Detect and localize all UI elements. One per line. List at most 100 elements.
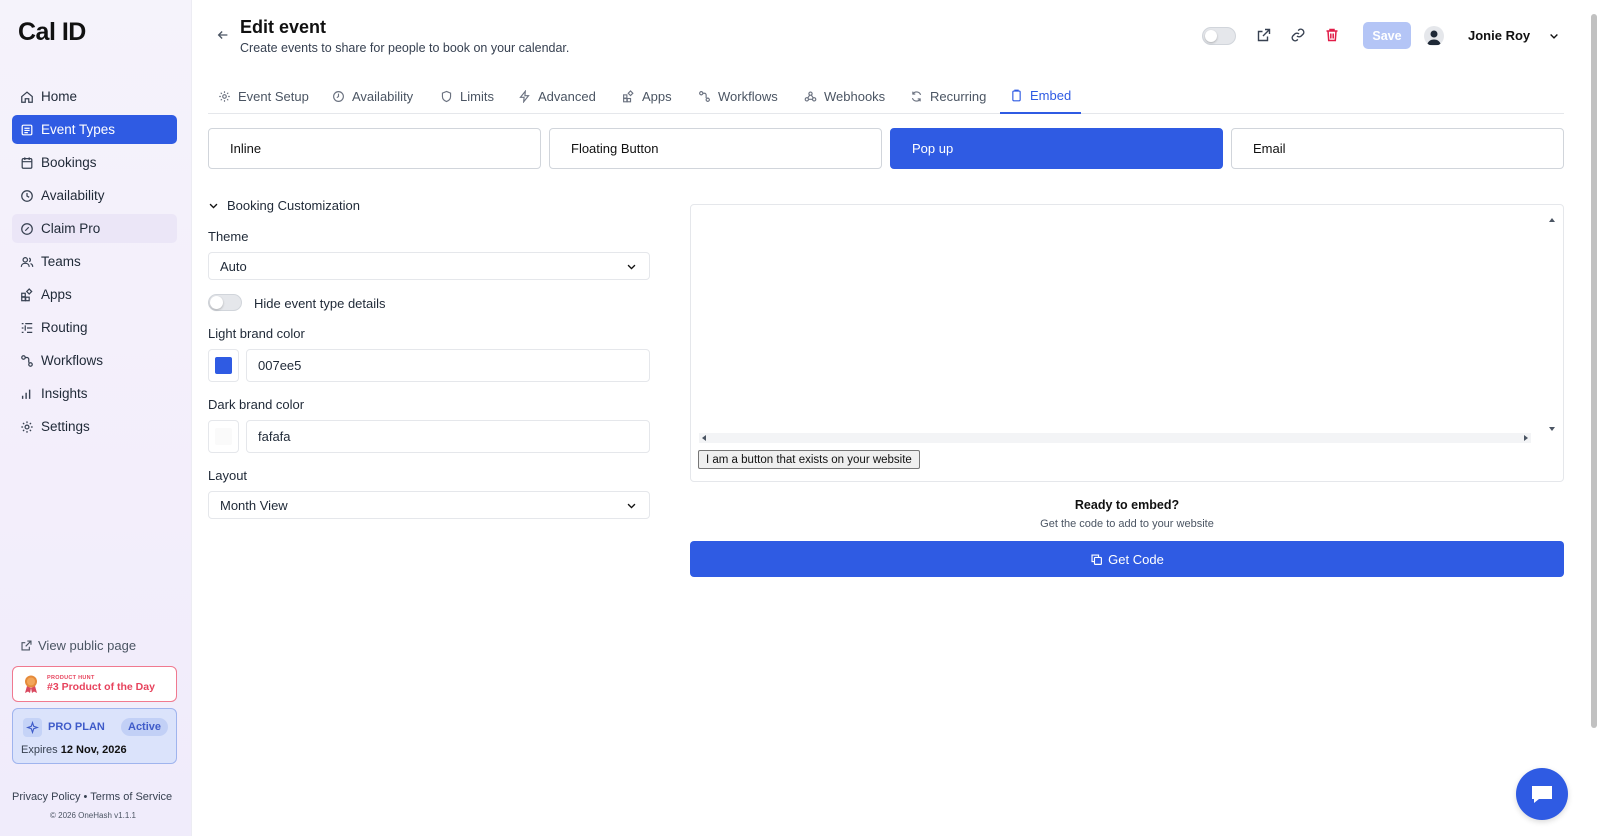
legal-links[interactable]: Privacy Policy • Terms of Service [12,791,172,803]
tab-label: Event Setup [238,88,309,104]
sidebar: Cal ID Home Event Types Bookings Availab… [0,0,192,836]
ready-to-embed-title: Ready to embed? [1074,498,1180,512]
sidebar-item-settings[interactable]: Settings [12,412,177,441]
product-hunt-badge[interactable]: PRODUCT HUNT #3 Product of the Day [12,666,177,702]
sidebar-item-event-types[interactable]: Event Types [12,115,177,144]
users-icon [20,256,34,267]
tab-advanced[interactable]: Advanced [508,78,606,114]
product-hunt-title: #3 Product of the Day [47,681,155,693]
clock-icon [333,90,344,102]
ready-to-embed-subtitle: Get the code to add to your website [1040,518,1214,530]
app-logo[interactable]: Cal ID [18,18,86,47]
horizontal-scrollbar[interactable] [699,433,1531,443]
theme-label: Theme [208,229,249,244]
sidebar-item-label: Availability [41,188,105,203]
sidebar-item-insights[interactable]: Insights [12,379,177,408]
tab-apps[interactable]: Apps [612,78,682,114]
pro-plan-card[interactable]: PRO PLAN Active Expires 12 Nov, 2026 [12,708,177,764]
user-name[interactable]: Jonie Roy [1468,28,1530,43]
preview-sample-button[interactable]: I am a button that exists on your websit… [698,450,920,469]
theme-select[interactable]: Auto [208,252,650,280]
plan-expiry-label: Expires [21,744,58,756]
routing-icon [21,322,33,333]
hidden-toggle[interactable] [1202,27,1236,45]
layout-label: Layout [208,468,248,483]
chevron-down-icon [627,264,636,270]
dark-brand-color-label: Dark brand color [208,397,305,412]
sidebar-item-availability[interactable]: Availability [12,181,177,210]
main-content: Edit event Create events to share for pe… [192,0,1600,836]
calendar-icon [21,156,33,169]
shield-icon [441,90,452,102]
sidebar-nav: Home Event Types Bookings Availability C… [12,82,177,445]
dark-brand-color-input[interactable]: fafafa [246,420,650,453]
dark-color-swatch-button[interactable] [208,420,239,453]
sidebar-item-claim-pro[interactable]: Claim Pro [12,214,177,243]
avatar[interactable] [1424,26,1444,46]
embed-type-tabs: Inline Floating Button Pop up Email [208,128,1564,170]
booking-customization-toggle[interactable]: Booking Customization [208,198,360,213]
copyright: © 2026 OneHash v1.1.1 [50,811,136,820]
embed-type-inline[interactable]: Inline [208,128,541,169]
view-public-page-link[interactable]: View public page [20,638,136,653]
tab-label: Limits [460,88,494,104]
light-color-swatch [215,357,232,374]
dark-color-swatch [215,428,232,445]
sidebar-item-label: Workflows [41,353,104,368]
embed-type-email[interactable]: Email [1231,128,1564,169]
tab-label: Availability [352,88,414,104]
chat-bubble-icon [1532,786,1552,803]
page-subtitle: Create events to share for people to boo… [240,41,570,55]
sidebar-item-home[interactable]: Home [12,82,177,111]
plan-expiry-date: 12 Nov, 2026 [60,744,127,756]
back-arrow-icon[interactable] [216,28,230,42]
light-brand-color-input[interactable]: 007ee5 [246,349,650,382]
layout-value: Month View [220,497,288,513]
tab-workflows[interactable]: Workflows [688,78,788,114]
sidebar-item-label: Bookings [41,155,97,170]
chevron-down-icon [627,503,636,509]
webhook-icon [804,90,817,102]
chat-launcher-button[interactable] [1516,768,1568,820]
sidebar-item-apps[interactable]: Apps [12,280,177,309]
copy-icon [1091,553,1103,565]
light-color-swatch-button[interactable] [208,349,239,382]
sidebar-item-label: Settings [41,419,90,434]
copy-link-icon[interactable] [1290,27,1306,43]
chevron-down-icon [209,203,218,209]
delete-icon[interactable] [1324,27,1340,43]
layout-select[interactable]: Month View [208,491,650,519]
grid-icon [623,89,634,102]
page-scrollbar[interactable] [1588,0,1600,836]
chevron-down-icon[interactable] [1548,30,1560,42]
hide-event-details-toggle[interactable] [208,294,242,311]
get-code-button[interactable]: Get Code [690,541,1564,577]
tab-limits[interactable]: Limits [430,78,504,114]
badge-icon [21,222,33,235]
sidebar-item-label: Teams [41,254,81,269]
bolt-icon [519,89,530,103]
embed-type-floating-button[interactable]: Floating Button [549,128,882,169]
external-link-icon [21,640,32,651]
page-scrollbar-thumb[interactable] [1591,14,1597,728]
tab-event-setup[interactable]: Event Setup [208,78,319,114]
tab-embed[interactable]: Embed [1000,78,1082,114]
sparkle-icon [23,718,42,737]
sidebar-item-bookings[interactable]: Bookings [12,148,177,177]
preview-external-icon[interactable] [1256,27,1272,43]
workflow-icon [21,354,33,367]
tab-availability[interactable]: Availability [322,78,423,114]
sidebar-item-routing[interactable]: Routing [12,313,177,342]
home-icon [21,90,33,103]
vertical-scrollbar[interactable] [1547,215,1557,437]
tab-webhooks[interactable]: Webhooks [794,78,895,114]
tab-label: Workflows [718,88,778,104]
sidebar-item-workflows[interactable]: Workflows [12,346,177,375]
embed-type-popup[interactable]: Pop up [890,128,1223,169]
embed-preview-frame: I am a button that exists on your websit… [690,204,1564,482]
tab-label: Embed [1030,87,1072,103]
sidebar-item-label: Apps [41,287,72,302]
save-button[interactable]: Save [1363,22,1411,49]
sidebar-item-teams[interactable]: Teams [12,247,177,276]
tab-recurring[interactable]: Recurring [900,78,996,114]
